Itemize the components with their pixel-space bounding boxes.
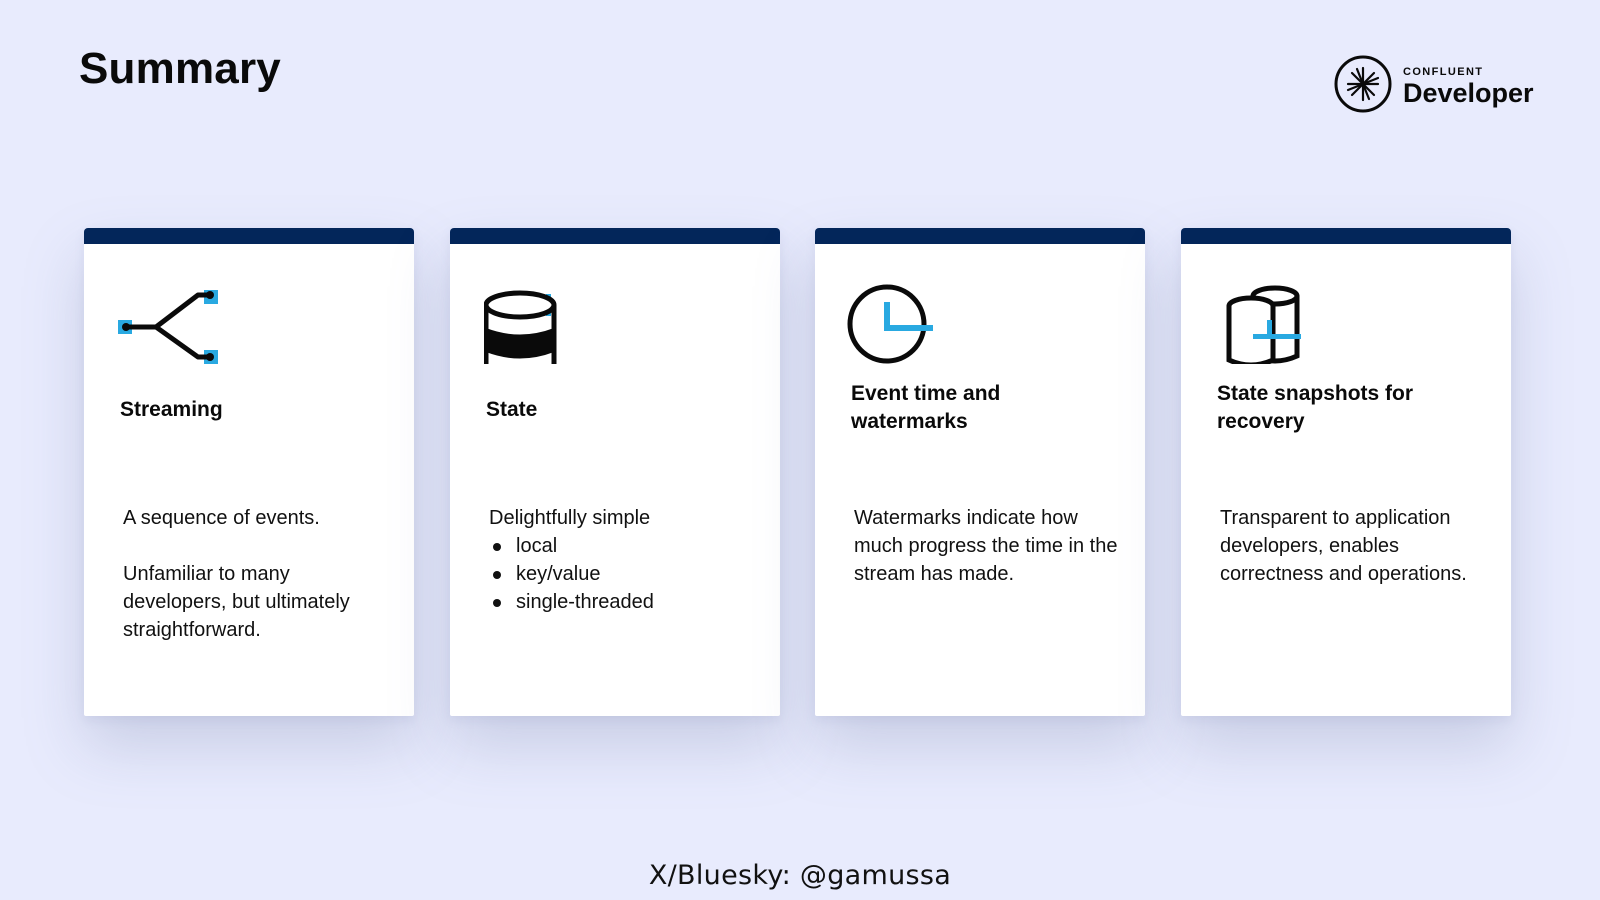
- snapshot-cylinders-icon: [1226, 285, 1301, 364]
- confluent-starburst-icon: [1334, 55, 1392, 113]
- card-text: A sequence of events.: [123, 507, 320, 529]
- card-state-snapshots: State snapshots for recovery Transparent…: [1181, 228, 1511, 716]
- logo-brand-big: Developer: [1403, 78, 1534, 108]
- bullet-list: local key/value single-threaded: [489, 532, 764, 616]
- card-title: Streaming: [120, 398, 223, 421]
- card-text: Transparent to application developers, e…: [1220, 507, 1467, 585]
- database-icon: [484, 290, 557, 364]
- list-item: single-threaded: [489, 588, 764, 616]
- card-event-time: Event time and watermarks Watermarks ind…: [815, 228, 1145, 716]
- card-state: State Delightfully simple local key/valu…: [450, 228, 780, 716]
- logo-brand-small: CONFLUENT: [1403, 66, 1484, 78]
- card-body: Transparent to application developers, e…: [1220, 504, 1495, 588]
- list-item: key/value: [489, 560, 764, 588]
- clock-icon: [847, 284, 933, 364]
- card-text: Watermarks indicate how much progress th…: [854, 507, 1118, 585]
- card-body: Delightfully simple local key/value sing…: [489, 504, 764, 616]
- card-text: Unfamiliar to many developers, but ultim…: [123, 563, 350, 641]
- list-item: local: [489, 532, 764, 560]
- card-streaming: Streaming A sequence of events. Unfamili…: [84, 228, 414, 716]
- card-text: Delightfully simple: [489, 507, 651, 529]
- card-title: State: [486, 398, 538, 421]
- slide-title: Summary: [79, 44, 281, 93]
- card-body: Watermarks indicate how much progress th…: [854, 504, 1129, 588]
- card-title: State snapshots for recovery: [1217, 382, 1414, 433]
- branching-stream-icon: [118, 290, 218, 364]
- card-body: A sequence of events. Unfamiliar to many…: [123, 504, 398, 644]
- footer-social-handle: X/Bluesky: @gamussa: [648, 860, 952, 891]
- card-title: Event time and watermarks: [851, 382, 1001, 433]
- confluent-developer-logo: CONFLUENT Developer: [1333, 54, 1534, 114]
